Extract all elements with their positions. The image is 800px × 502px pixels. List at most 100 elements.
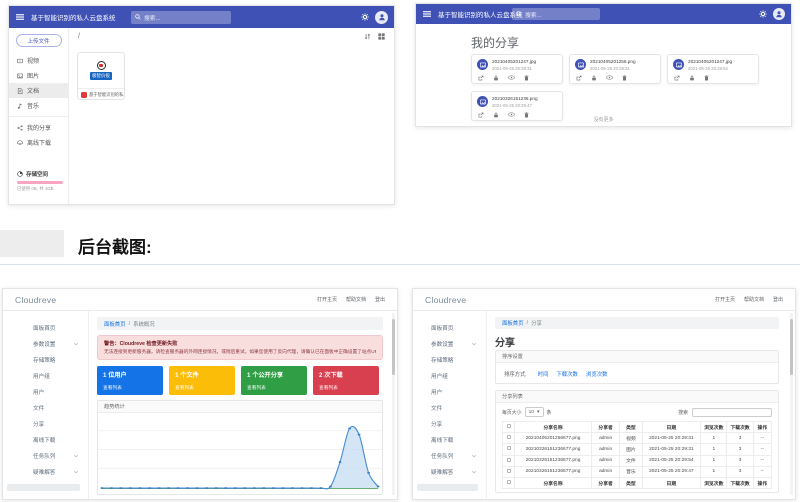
view-list-link[interactable]: 查看列表 bbox=[247, 385, 301, 391]
lock-icon[interactable] bbox=[591, 75, 597, 81]
sidebar-item-files[interactable]: 文件 bbox=[3, 400, 88, 416]
user-avatar[interactable] bbox=[375, 11, 388, 24]
sidebar-item-offline-download[interactable]: 离线下载 bbox=[413, 432, 486, 448]
select-all-checkbox[interactable] bbox=[507, 480, 511, 484]
sort-by-views-link[interactable]: 浏览次数 bbox=[586, 370, 608, 378]
sort-by-downloads-link[interactable]: 下载次数 bbox=[556, 370, 578, 378]
lock-icon[interactable] bbox=[493, 75, 499, 81]
stat-tile-files[interactable]: 1 个文件 查看列表 bbox=[169, 366, 235, 395]
sidebar-item-videos[interactable]: 视频 bbox=[9, 53, 68, 68]
stat-tile-users[interactable]: 1 位用户 查看列表 bbox=[97, 366, 163, 395]
menu-icon[interactable] bbox=[16, 13, 24, 21]
sidebar-item-images[interactable]: 图片 bbox=[9, 68, 68, 83]
view-list-link[interactable]: 查看列表 bbox=[103, 385, 157, 391]
logout-link[interactable]: 登出 bbox=[375, 296, 385, 303]
search-placeholder: 搜索... bbox=[144, 13, 160, 22]
file-toolbar: / bbox=[69, 28, 394, 44]
music-icon bbox=[17, 103, 23, 109]
breadcrumb[interactable]: / bbox=[78, 33, 80, 40]
eye-icon[interactable] bbox=[508, 75, 515, 81]
page-size-select[interactable]: 10 ▾ bbox=[525, 407, 544, 417]
sort-by-time-link[interactable]: 时间 bbox=[538, 370, 549, 378]
user-avatar[interactable] bbox=[773, 8, 785, 20]
search-input[interactable]: 搜索... bbox=[512, 8, 600, 20]
sort-icon[interactable] bbox=[364, 33, 371, 40]
menu-icon[interactable] bbox=[423, 10, 431, 18]
sidebar-item-users[interactable]: 用户 bbox=[3, 384, 88, 400]
sidebar-item-my-shares[interactable]: 我的分享 bbox=[9, 120, 68, 135]
sidebar-item-user-groups[interactable]: 用户组 bbox=[3, 368, 88, 384]
open-link-icon[interactable] bbox=[674, 75, 680, 81]
sidebar-item-music[interactable]: 音乐 bbox=[9, 98, 68, 113]
logout-link[interactable]: 登出 bbox=[773, 296, 783, 303]
open-home-link[interactable]: 打开主页 bbox=[317, 296, 337, 303]
scrollbar-thumb[interactable] bbox=[392, 319, 395, 375]
share-card[interactable]: 20210405201256.png 2021-05-25 20:29:31 bbox=[569, 54, 661, 84]
sidebar-item-task-queue[interactable]: 任务队列 bbox=[413, 448, 486, 464]
stat-tile-shares[interactable]: 1 个公开分享 查看列表 bbox=[241, 366, 307, 395]
sidebar-item-settings[interactable]: 参数设置 bbox=[3, 336, 88, 352]
chevron-down-icon bbox=[472, 454, 476, 458]
settings-gear-icon[interactable] bbox=[361, 13, 369, 21]
sidebar-item-label: 离线下载 bbox=[27, 138, 51, 147]
sidebar-item-user-groups[interactable]: 用户组 bbox=[413, 368, 486, 384]
select-all-checkbox[interactable] bbox=[507, 424, 511, 428]
view-list-link[interactable]: 查看列表 bbox=[175, 385, 229, 391]
sidebar-item-shares[interactable]: 分享 bbox=[3, 416, 88, 432]
open-link-icon[interactable] bbox=[478, 75, 484, 81]
open-home-link[interactable]: 打开主页 bbox=[715, 296, 735, 303]
brand-logo[interactable]: Cloudreve bbox=[15, 295, 56, 305]
sidebar-item-files[interactable]: 文件 bbox=[413, 400, 486, 416]
scrollbar[interactable] bbox=[790, 313, 793, 495]
open-link-icon[interactable] bbox=[576, 75, 582, 81]
delete-icon[interactable] bbox=[622, 75, 627, 81]
scrollbar[interactable] bbox=[392, 313, 395, 495]
app-bar: 基于智能识别的私人云盘系统 搜索... bbox=[416, 4, 791, 24]
storage-progress-bar bbox=[17, 181, 63, 184]
share-card[interactable]: 20210405201247.jpg 2021-05-25 20:29:54 bbox=[667, 54, 759, 84]
sidebar-item-docs[interactable]: 文档 bbox=[9, 83, 68, 98]
stat-tile-downloads[interactable]: 2 次下载 查看列表 bbox=[313, 366, 379, 395]
sidebar-item-dashboard[interactable]: 面板首页 bbox=[413, 320, 486, 336]
person-icon bbox=[775, 10, 783, 18]
view-list-link[interactable]: 查看列表 bbox=[319, 385, 373, 391]
sidebar-item-troubleshoot[interactable]: 疑难解答 bbox=[3, 464, 88, 480]
row-checkbox[interactable] bbox=[507, 469, 511, 473]
sidebar-item-troubleshoot[interactable]: 疑难解答 bbox=[413, 464, 486, 480]
delete-icon[interactable] bbox=[524, 75, 529, 81]
sidebar-item-shares[interactable]: 分享 bbox=[413, 416, 486, 432]
image-icon bbox=[676, 62, 682, 68]
sidebar-item-users[interactable]: 用户 bbox=[413, 384, 486, 400]
help-docs-link[interactable]: 帮助文档 bbox=[744, 296, 764, 303]
row-checkbox[interactable] bbox=[507, 458, 511, 462]
left-gray-strip bbox=[0, 230, 64, 257]
sidebar-item-storage-policy[interactable]: 存储策略 bbox=[413, 352, 486, 368]
sidebar-item-dashboard[interactable]: 面板首页 bbox=[3, 320, 88, 336]
share-card[interactable]: 20210405201247.jpg 2021-05-25 20:29:31 bbox=[471, 54, 563, 84]
grid-view-icon[interactable] bbox=[378, 33, 385, 40]
file-card[interactable]: 极智价投 基于智能识别的私... bbox=[77, 52, 125, 100]
sidebar-item-storage-policy[interactable]: 存储策略 bbox=[3, 352, 88, 368]
row-checkbox[interactable] bbox=[507, 446, 511, 450]
brand-logo[interactable]: Cloudreve bbox=[425, 295, 466, 305]
upload-button[interactable]: 上传文件 bbox=[16, 34, 62, 47]
chevron-down-icon bbox=[74, 470, 78, 474]
eye-icon[interactable] bbox=[606, 75, 613, 81]
lock-icon[interactable] bbox=[689, 75, 695, 81]
search-input[interactable]: 搜索... bbox=[131, 11, 231, 24]
share-name: 20210405201256.png bbox=[590, 59, 636, 64]
person-icon bbox=[378, 13, 386, 21]
row-checkbox[interactable] bbox=[507, 435, 511, 439]
sidebar-item-offline-download[interactable]: 离线下载 bbox=[9, 135, 68, 150]
sidebar-item-task-queue[interactable]: 任务队列 bbox=[3, 448, 88, 464]
scrollbar-thumb[interactable] bbox=[790, 319, 793, 375]
search-placeholder: 搜索... bbox=[525, 10, 541, 19]
breadcrumb-home-link[interactable]: 面板首页 bbox=[104, 320, 126, 328]
sidebar-item-settings[interactable]: 参数设置 bbox=[413, 336, 486, 352]
delete-icon[interactable] bbox=[704, 75, 709, 81]
help-docs-link[interactable]: 帮助文档 bbox=[346, 296, 366, 303]
settings-gear-icon[interactable] bbox=[759, 10, 767, 18]
table-search-input[interactable] bbox=[692, 408, 772, 417]
sidebar-item-offline-download[interactable]: 离线下载 bbox=[3, 432, 88, 448]
breadcrumb-home-link[interactable]: 面板首页 bbox=[502, 319, 524, 327]
